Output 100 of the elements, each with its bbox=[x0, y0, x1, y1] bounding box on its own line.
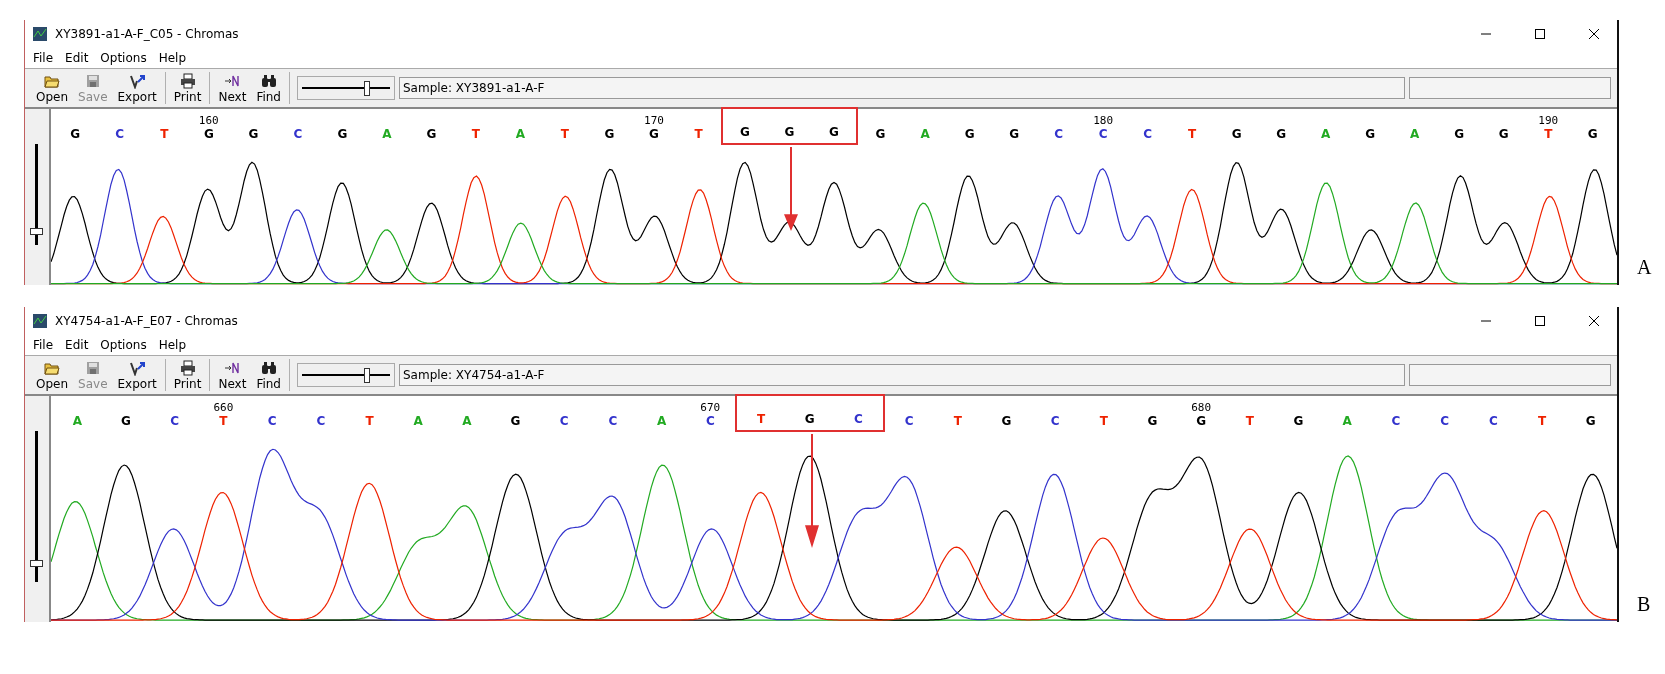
base-letter: C bbox=[316, 414, 326, 428]
base-letter: C bbox=[267, 414, 277, 428]
base-letter: C bbox=[853, 412, 863, 426]
base-letter: C bbox=[1098, 127, 1108, 141]
export-icon bbox=[129, 72, 146, 89]
base-letter: G bbox=[784, 125, 795, 139]
base-letter: A bbox=[920, 127, 930, 141]
binoculars-icon bbox=[260, 72, 277, 89]
menu-item[interactable]: Help bbox=[154, 51, 190, 65]
base-letter: G bbox=[1585, 414, 1596, 428]
slider-thumb[interactable] bbox=[30, 559, 43, 567]
base-letter: G bbox=[121, 414, 131, 428]
toolbar-button[interactable]: Open bbox=[31, 357, 74, 393]
sample-field: Sample: XY4754-a1-A-F bbox=[399, 364, 1405, 386]
base-letter: G bbox=[1587, 127, 1598, 141]
base-letter: A bbox=[656, 414, 667, 428]
base-letter: G bbox=[1196, 414, 1207, 428]
base-letter: G bbox=[829, 125, 839, 139]
base-letter: T bbox=[1537, 414, 1547, 428]
base-letter: C bbox=[904, 414, 914, 428]
panel-label: A bbox=[1637, 256, 1652, 280]
menu-item[interactable]: File bbox=[29, 51, 58, 65]
binoculars-icon bbox=[260, 359, 277, 376]
base-letter: G bbox=[964, 127, 975, 141]
app-icon bbox=[33, 27, 47, 41]
printer-icon bbox=[179, 359, 196, 376]
base-letter: T bbox=[219, 414, 228, 428]
base-letter: A bbox=[515, 127, 526, 141]
toolbar-button[interactable]: Find bbox=[251, 70, 286, 106]
sample-field: Sample: XY3891-a1-A-F bbox=[399, 77, 1405, 99]
slider-thumb[interactable] bbox=[30, 227, 43, 235]
base-letter: A bbox=[1342, 414, 1352, 428]
base-letter: C bbox=[293, 127, 303, 141]
toolbar-button[interactable]: Print bbox=[168, 357, 207, 393]
base-letter: C bbox=[1391, 414, 1401, 428]
base-letter: T bbox=[694, 127, 703, 141]
base-letter: G bbox=[1231, 127, 1242, 141]
base-letter: T bbox=[365, 414, 374, 428]
base-letter: G bbox=[248, 127, 259, 141]
menu-item[interactable]: Edit bbox=[61, 338, 93, 352]
slider-thumb[interactable] bbox=[364, 368, 370, 383]
app-icon bbox=[33, 314, 47, 328]
base-letter: A bbox=[382, 127, 392, 141]
base-letter: G bbox=[1293, 414, 1304, 428]
base-letter: T bbox=[1188, 127, 1197, 141]
printer-icon bbox=[179, 72, 196, 89]
base-letter: G bbox=[337, 127, 348, 141]
base-letter: C bbox=[1054, 127, 1063, 141]
position-number: 680 bbox=[1191, 401, 1212, 414]
base-letter: C bbox=[1143, 127, 1152, 141]
toolbar-button[interactable]: Print bbox=[168, 70, 207, 106]
base-letter: A bbox=[1321, 127, 1331, 141]
position-number: 170 bbox=[644, 114, 664, 127]
position-number: 660 bbox=[213, 401, 234, 414]
zoom-slider[interactable] bbox=[297, 76, 395, 100]
base-letter: G bbox=[649, 127, 659, 141]
menu-item[interactable]: Options bbox=[96, 338, 151, 352]
base-letter: G bbox=[740, 125, 750, 139]
base-letter: C bbox=[1440, 414, 1449, 428]
position-number: 180 bbox=[1093, 114, 1114, 127]
base-letter: G bbox=[604, 127, 615, 141]
position-number: 160 bbox=[198, 114, 219, 127]
base-letter: C bbox=[170, 414, 180, 428]
base-letter: T bbox=[1099, 414, 1108, 428]
base-letter: G bbox=[804, 412, 815, 426]
menu-item[interactable]: File bbox=[29, 338, 58, 352]
menu-item[interactable]: Edit bbox=[61, 51, 93, 65]
export-icon bbox=[129, 359, 146, 376]
toolbar-button[interactable]: Export bbox=[112, 70, 162, 106]
toolbar-button[interactable]: Next bbox=[213, 357, 252, 393]
base-letter: G bbox=[1147, 414, 1158, 428]
base-letter: G bbox=[426, 127, 437, 141]
base-letter: T bbox=[756, 412, 766, 426]
menu-item[interactable]: Options bbox=[96, 51, 151, 65]
toolbar-button[interactable]: Next bbox=[213, 70, 252, 106]
window-title: XY4754-a1-A-F_E07 - Chromas bbox=[55, 314, 239, 328]
base-letter: A bbox=[413, 414, 423, 428]
position-number: 670 bbox=[700, 401, 721, 414]
base-letter: C bbox=[608, 414, 618, 428]
base-letter: T bbox=[1245, 414, 1254, 428]
position-number: 190 bbox=[1538, 114, 1559, 127]
zoom-slider[interactable] bbox=[297, 363, 395, 387]
base-letter: G bbox=[1498, 127, 1509, 141]
toolbar-button[interactable]: Find bbox=[251, 357, 286, 393]
menu-item[interactable]: Help bbox=[154, 338, 190, 352]
base-letter: T bbox=[471, 127, 480, 141]
base-letter: G bbox=[203, 127, 214, 141]
base-letter: C bbox=[1488, 414, 1498, 428]
slider-thumb[interactable] bbox=[364, 81, 370, 96]
base-letter: A bbox=[72, 414, 82, 428]
window-title: XY3891-a1-A-F_C05 - Chromas bbox=[55, 27, 240, 41]
panel-label: B bbox=[1637, 593, 1651, 617]
base-letter: A bbox=[462, 414, 472, 428]
base-letter: G bbox=[1365, 127, 1376, 141]
toolbar-button[interactable]: Export bbox=[112, 357, 162, 393]
base-letter: C bbox=[1050, 414, 1060, 428]
base-letter: G bbox=[1001, 414, 1012, 428]
base-letter: C bbox=[705, 414, 715, 428]
toolbar-button[interactable]: Open bbox=[31, 70, 74, 106]
base-letter: G bbox=[1009, 127, 1019, 141]
